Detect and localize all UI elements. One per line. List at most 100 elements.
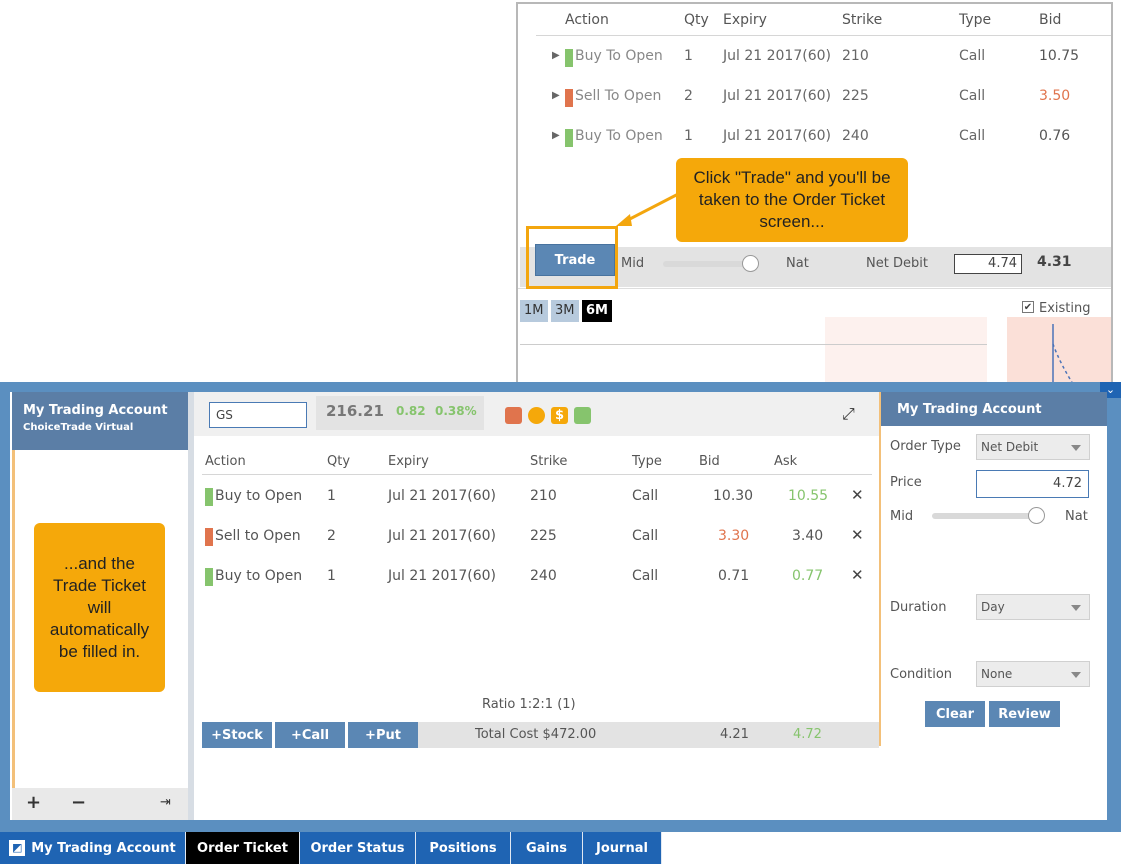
leg-strike: 225 bbox=[842, 88, 869, 104]
col-expiry-header: Expiry bbox=[388, 454, 429, 469]
leg-action: Sell to Open bbox=[215, 528, 301, 544]
condition-value: None bbox=[981, 667, 1013, 681]
remove-leg-icon[interactable]: ✕ bbox=[851, 566, 864, 584]
nat-label: Nat bbox=[786, 256, 809, 271]
quote-box: 216.21 0.82 0.38% bbox=[316, 396, 484, 430]
account-subtitle: ChoiceTrade Virtual bbox=[23, 422, 134, 433]
sidebar-footer: + − ⇥ bbox=[12, 788, 188, 820]
leg-color-bar bbox=[565, 49, 573, 67]
chain-row[interactable]: ▶ Buy To Open 1 Jul 21 2017(60) 240 Call… bbox=[518, 126, 1111, 150]
expand-icon[interactable]: ⤢ bbox=[842, 404, 855, 424]
leg-color-bar bbox=[205, 488, 213, 506]
add-stock-button[interactable]: +Stock bbox=[202, 722, 272, 748]
leg-action: Buy To Open bbox=[575, 48, 663, 64]
leg-action: Buy to Open bbox=[215, 488, 303, 504]
order-type-select[interactable]: Net Debit bbox=[976, 434, 1090, 460]
leg-bid: 3.30 bbox=[718, 528, 750, 544]
leg-type: Call bbox=[959, 88, 986, 104]
range-1m-button[interactable]: 1M bbox=[520, 300, 548, 322]
tab-label: My Trading Account bbox=[31, 840, 176, 856]
tab-journal[interactable]: Journal bbox=[583, 832, 662, 864]
minus-icon[interactable]: − bbox=[71, 792, 86, 813]
chain-row[interactable]: ▶ Buy To Open 1 Jul 21 2017(60) 210 Call… bbox=[518, 46, 1111, 70]
total-ask: 4.72 bbox=[793, 727, 822, 742]
clear-button[interactable]: Clear bbox=[925, 701, 985, 727]
leg-qty: 2 bbox=[327, 528, 336, 544]
order-panel-header: My Trading Account bbox=[881, 392, 1107, 426]
existing-checkbox[interactable]: ✔ bbox=[1022, 301, 1034, 313]
price-input[interactable]: 4.72 bbox=[976, 470, 1089, 498]
tab-my-trading-account[interactable]: ◩ My Trading Account bbox=[0, 832, 186, 864]
expand-arrow-icon[interactable]: ▶ bbox=[552, 50, 560, 61]
circle-icon[interactable] bbox=[528, 407, 545, 424]
col-bid-header: Bid bbox=[699, 454, 720, 469]
tab-positions[interactable]: Positions bbox=[416, 832, 511, 864]
net-debit-label: Net Debit bbox=[866, 256, 928, 271]
leg-bid: 3.50 bbox=[1039, 88, 1071, 104]
price-label: Price bbox=[890, 475, 922, 490]
order-type-value: Net Debit bbox=[981, 440, 1039, 454]
net-value: 4.31 bbox=[1037, 254, 1072, 270]
condition-select[interactable]: None bbox=[976, 661, 1090, 687]
chart-icon[interactable] bbox=[505, 407, 522, 424]
leg-strike: 240 bbox=[842, 128, 869, 144]
price-slider-knob[interactable] bbox=[742, 255, 759, 272]
ticket-row: Buy to Open 1 Jul 21 2017(60) 210 Call 1… bbox=[202, 485, 872, 509]
tab-gains[interactable]: Gains bbox=[511, 832, 583, 864]
chevron-down-icon bbox=[1071, 605, 1081, 611]
symbol-input[interactable]: GS bbox=[209, 402, 307, 428]
review-button[interactable]: Review bbox=[989, 701, 1060, 727]
plus-icon[interactable]: + bbox=[26, 792, 41, 813]
duration-value: Day bbox=[981, 600, 1005, 614]
col-type-header: Type bbox=[632, 454, 662, 469]
tab-order-ticket[interactable]: Order Ticket bbox=[186, 832, 300, 864]
trade-callout: Click "Trade" and you'll be taken to the… bbox=[676, 158, 908, 242]
tab-order-status[interactable]: Order Status bbox=[300, 832, 416, 864]
add-call-button[interactable]: +Call bbox=[275, 722, 345, 748]
total-bid: 4.21 bbox=[720, 727, 749, 742]
col-bid-header: Bid bbox=[1039, 12, 1062, 28]
leg-bid: 10.75 bbox=[1039, 48, 1080, 64]
sidebar-divider[interactable] bbox=[188, 392, 194, 820]
header-divider bbox=[536, 35, 1111, 36]
leg-type: Call bbox=[959, 48, 986, 64]
leg-expiry: Jul 21 2017(60) bbox=[723, 48, 831, 64]
leg-qty: 1 bbox=[327, 488, 336, 504]
leg-expiry: Jul 21 2017(60) bbox=[388, 488, 496, 504]
range-3m-button[interactable]: 3M bbox=[551, 300, 579, 322]
leg-strike: 210 bbox=[530, 488, 557, 504]
net-debit-input[interactable]: 4.74 bbox=[954, 254, 1022, 274]
trade-highlight-frame bbox=[526, 226, 618, 289]
order-price-slider-track[interactable] bbox=[932, 513, 1042, 519]
account-logo-icon: ◩ bbox=[9, 840, 26, 856]
price-change: 0.82 bbox=[396, 404, 426, 418]
chain-row[interactable]: ▶ Sell To Open 2 Jul 21 2017(60) 225 Cal… bbox=[518, 86, 1111, 110]
duration-select[interactable]: Day bbox=[976, 594, 1090, 620]
payoff-curve bbox=[1052, 324, 1078, 390]
remove-leg-icon[interactable]: ✕ bbox=[851, 526, 864, 544]
range-6m-button[interactable]: 6M bbox=[582, 300, 612, 322]
col-type-header: Type bbox=[959, 12, 992, 28]
col-expiry-header: Expiry bbox=[723, 12, 767, 28]
order-price-slider-knob[interactable] bbox=[1028, 507, 1045, 524]
col-qty-header: Qty bbox=[327, 454, 351, 469]
expand-arrow-icon[interactable]: ▶ bbox=[552, 90, 560, 101]
exit-icon[interactable]: ⇥ bbox=[160, 795, 171, 810]
leg-type: Call bbox=[959, 128, 986, 144]
add-put-button[interactable]: +Put bbox=[348, 722, 418, 748]
ratio-label: Ratio 1:2:1 (1) bbox=[482, 697, 576, 712]
mid-label: Mid bbox=[621, 256, 645, 271]
expand-arrow-icon[interactable]: ▶ bbox=[552, 130, 560, 141]
remove-leg-icon[interactable]: ✕ bbox=[851, 486, 864, 504]
chevron-down-icon bbox=[1071, 445, 1081, 451]
order-panel-title: My Trading Account bbox=[897, 402, 1042, 417]
leg-expiry: Jul 21 2017(60) bbox=[388, 528, 496, 544]
bar-chart-icon[interactable] bbox=[574, 407, 591, 424]
leg-strike: 225 bbox=[530, 528, 557, 544]
dollar-icon[interactable]: $ bbox=[551, 407, 568, 424]
account-header[interactable]: My Trading Account ChoiceTrade Virtual bbox=[12, 392, 188, 450]
total-cost-strip: Total Cost $472.00 4.21 4.72 bbox=[418, 722, 879, 748]
leg-type: Call bbox=[632, 568, 659, 584]
mid-label: Mid bbox=[890, 509, 914, 524]
leg-type: Call bbox=[632, 488, 659, 504]
